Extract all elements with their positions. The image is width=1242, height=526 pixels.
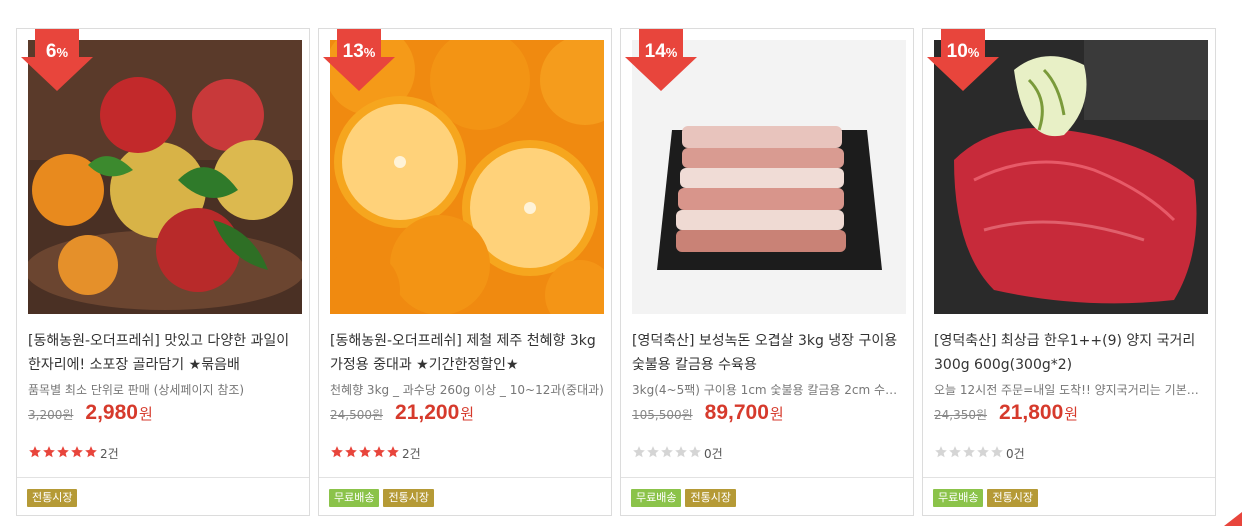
tag-free-shipping: 무료배송 (933, 489, 984, 507)
star-icon (331, 445, 343, 457)
tag-list: 전통시장 (17, 477, 309, 516)
star-icon (935, 445, 947, 457)
price-row: 105,500원 89,700 원 (632, 401, 784, 435)
product-card[interactable]: 14% [영덕축산] 보성녹돈 오겹살 3kg 냉장 구이용 숯불용 칼금용 수… (620, 28, 914, 516)
currency-unit: 원 (460, 405, 475, 423)
star-icon (71, 445, 83, 457)
star-icon (661, 445, 673, 457)
tag-free-shipping: 무료배송 (329, 489, 380, 507)
star-icon (977, 445, 989, 457)
star-icon (675, 445, 687, 457)
star-icon (949, 445, 961, 457)
product-title[interactable]: [영덕축산] 보성녹돈 오겹살 3kg 냉장 구이용 숯불용 칼금용 수육용 (632, 329, 906, 377)
product-subtitle: 오늘 12시전 주문=내일 도착!! 양지국거리는 기본으로 (934, 383, 1208, 397)
star-icon (647, 445, 659, 457)
discount-unit: % (665, 45, 678, 60)
currency-unit: 원 (1064, 405, 1079, 423)
star-icon (689, 445, 701, 457)
sale-price: 21,800 (999, 401, 1064, 424)
tag-list: 무료배송 전통시장 (319, 477, 611, 516)
tag-traditional-market: 전통시장 (685, 489, 736, 507)
rating: 0건 (934, 445, 1025, 461)
original-price: 3,200원 (28, 408, 74, 422)
tag-traditional-market: 전통시장 (987, 489, 1038, 507)
star-rating (28, 444, 98, 463)
rating: 0건 (632, 445, 723, 461)
product-card[interactable]: 6% [동해농원-오더프레쉬] 맛있고 다양한 과일이 한자리에! 소포장 골라… (16, 28, 310, 516)
star-icon (633, 445, 645, 457)
rating: 2건 (28, 445, 119, 461)
sale-price: 21,200 (395, 401, 460, 424)
discount-badge: 14% (625, 29, 697, 91)
discount-percent: 14 (644, 41, 666, 62)
discount-unit: % (56, 45, 69, 60)
tag-free-shipping: 무료배송 (631, 489, 682, 507)
review-count: 0건 (1006, 446, 1025, 461)
currency-unit: 원 (769, 405, 784, 423)
tag-list: 무료배송 전통시장 (621, 477, 913, 516)
star-icon (345, 445, 357, 457)
star-icon (85, 445, 97, 457)
product-grid: 6% [동해농원-오더프레쉬] 맛있고 다양한 과일이 한자리에! 소포장 골라… (16, 28, 1222, 518)
original-price: 105,500원 (632, 408, 693, 422)
discount-unit: % (363, 45, 376, 60)
rating: 2건 (330, 445, 421, 461)
product-subtitle: 품목별 최소 단위로 판매 (상세페이지 참조) (28, 383, 245, 397)
star-icon (29, 445, 41, 457)
star-icon (359, 445, 371, 457)
product-card[interactable]: 10% [영덕축산] 최상급 한우1++(9) 양지 국거리 300g 600g… (922, 28, 1216, 516)
product-title[interactable]: [동해농원-오더프레쉬] 맛있고 다양한 과일이 한자리에! 소포장 골라담기 … (28, 329, 302, 377)
sale-price: 89,700 (704, 401, 769, 424)
original-price: 24,500원 (330, 408, 384, 422)
product-subtitle: 천혜향 3kg _ 과수당 260g 이상 _ 10~12과(중대과) (330, 383, 604, 397)
star-icon (57, 445, 69, 457)
currency-unit: 원 (138, 405, 153, 423)
product-title[interactable]: [영덕축산] 최상급 한우1++(9) 양지 국거리 300g 600g(300… (934, 329, 1208, 377)
discount-badge: 13% (323, 29, 395, 91)
review-count: 2건 (402, 446, 421, 461)
sale-price: 2,980 (85, 401, 138, 424)
star-rating (632, 444, 702, 463)
star-icon (991, 445, 1003, 457)
price-row: 3,200원 2,980 원 (28, 401, 153, 435)
corner-triangle-icon (1224, 512, 1242, 526)
tag-traditional-market: 전통시장 (27, 489, 78, 507)
star-icon (43, 445, 55, 457)
price-row: 24,500원 21,200 원 (330, 401, 474, 435)
product-title[interactable]: [동해농원-오더프레쉬] 제철 제주 천혜향 3kg 가정용 중대과 ★기간한정… (330, 329, 604, 377)
star-icon (387, 445, 399, 457)
discount-badge: 6% (21, 29, 93, 91)
review-count: 2건 (100, 446, 119, 461)
star-icon (373, 445, 385, 457)
discount-percent: 6 (45, 41, 57, 62)
original-price: 24,350원 (934, 408, 988, 422)
star-rating (934, 444, 1004, 463)
tag-traditional-market: 전통시장 (383, 489, 434, 507)
star-icon (963, 445, 975, 457)
tag-list: 무료배송 전통시장 (923, 477, 1215, 516)
review-count: 0건 (704, 446, 723, 461)
star-rating (330, 444, 400, 463)
discount-badge: 10% (927, 29, 999, 91)
product-card[interactable]: 13% [동해농원-오더프레쉬] 제철 제주 천혜향 3kg 가정용 중대과 ★… (318, 28, 612, 516)
product-subtitle: 3kg(4~5팩) 구이용 1cm 숯불용 칼금용 2cm 수육용 (632, 383, 906, 397)
discount-unit: % (967, 45, 980, 60)
discount-percent: 13 (342, 41, 364, 62)
price-row: 24,350원 21,800 원 (934, 401, 1078, 435)
discount-percent: 10 (946, 41, 968, 62)
